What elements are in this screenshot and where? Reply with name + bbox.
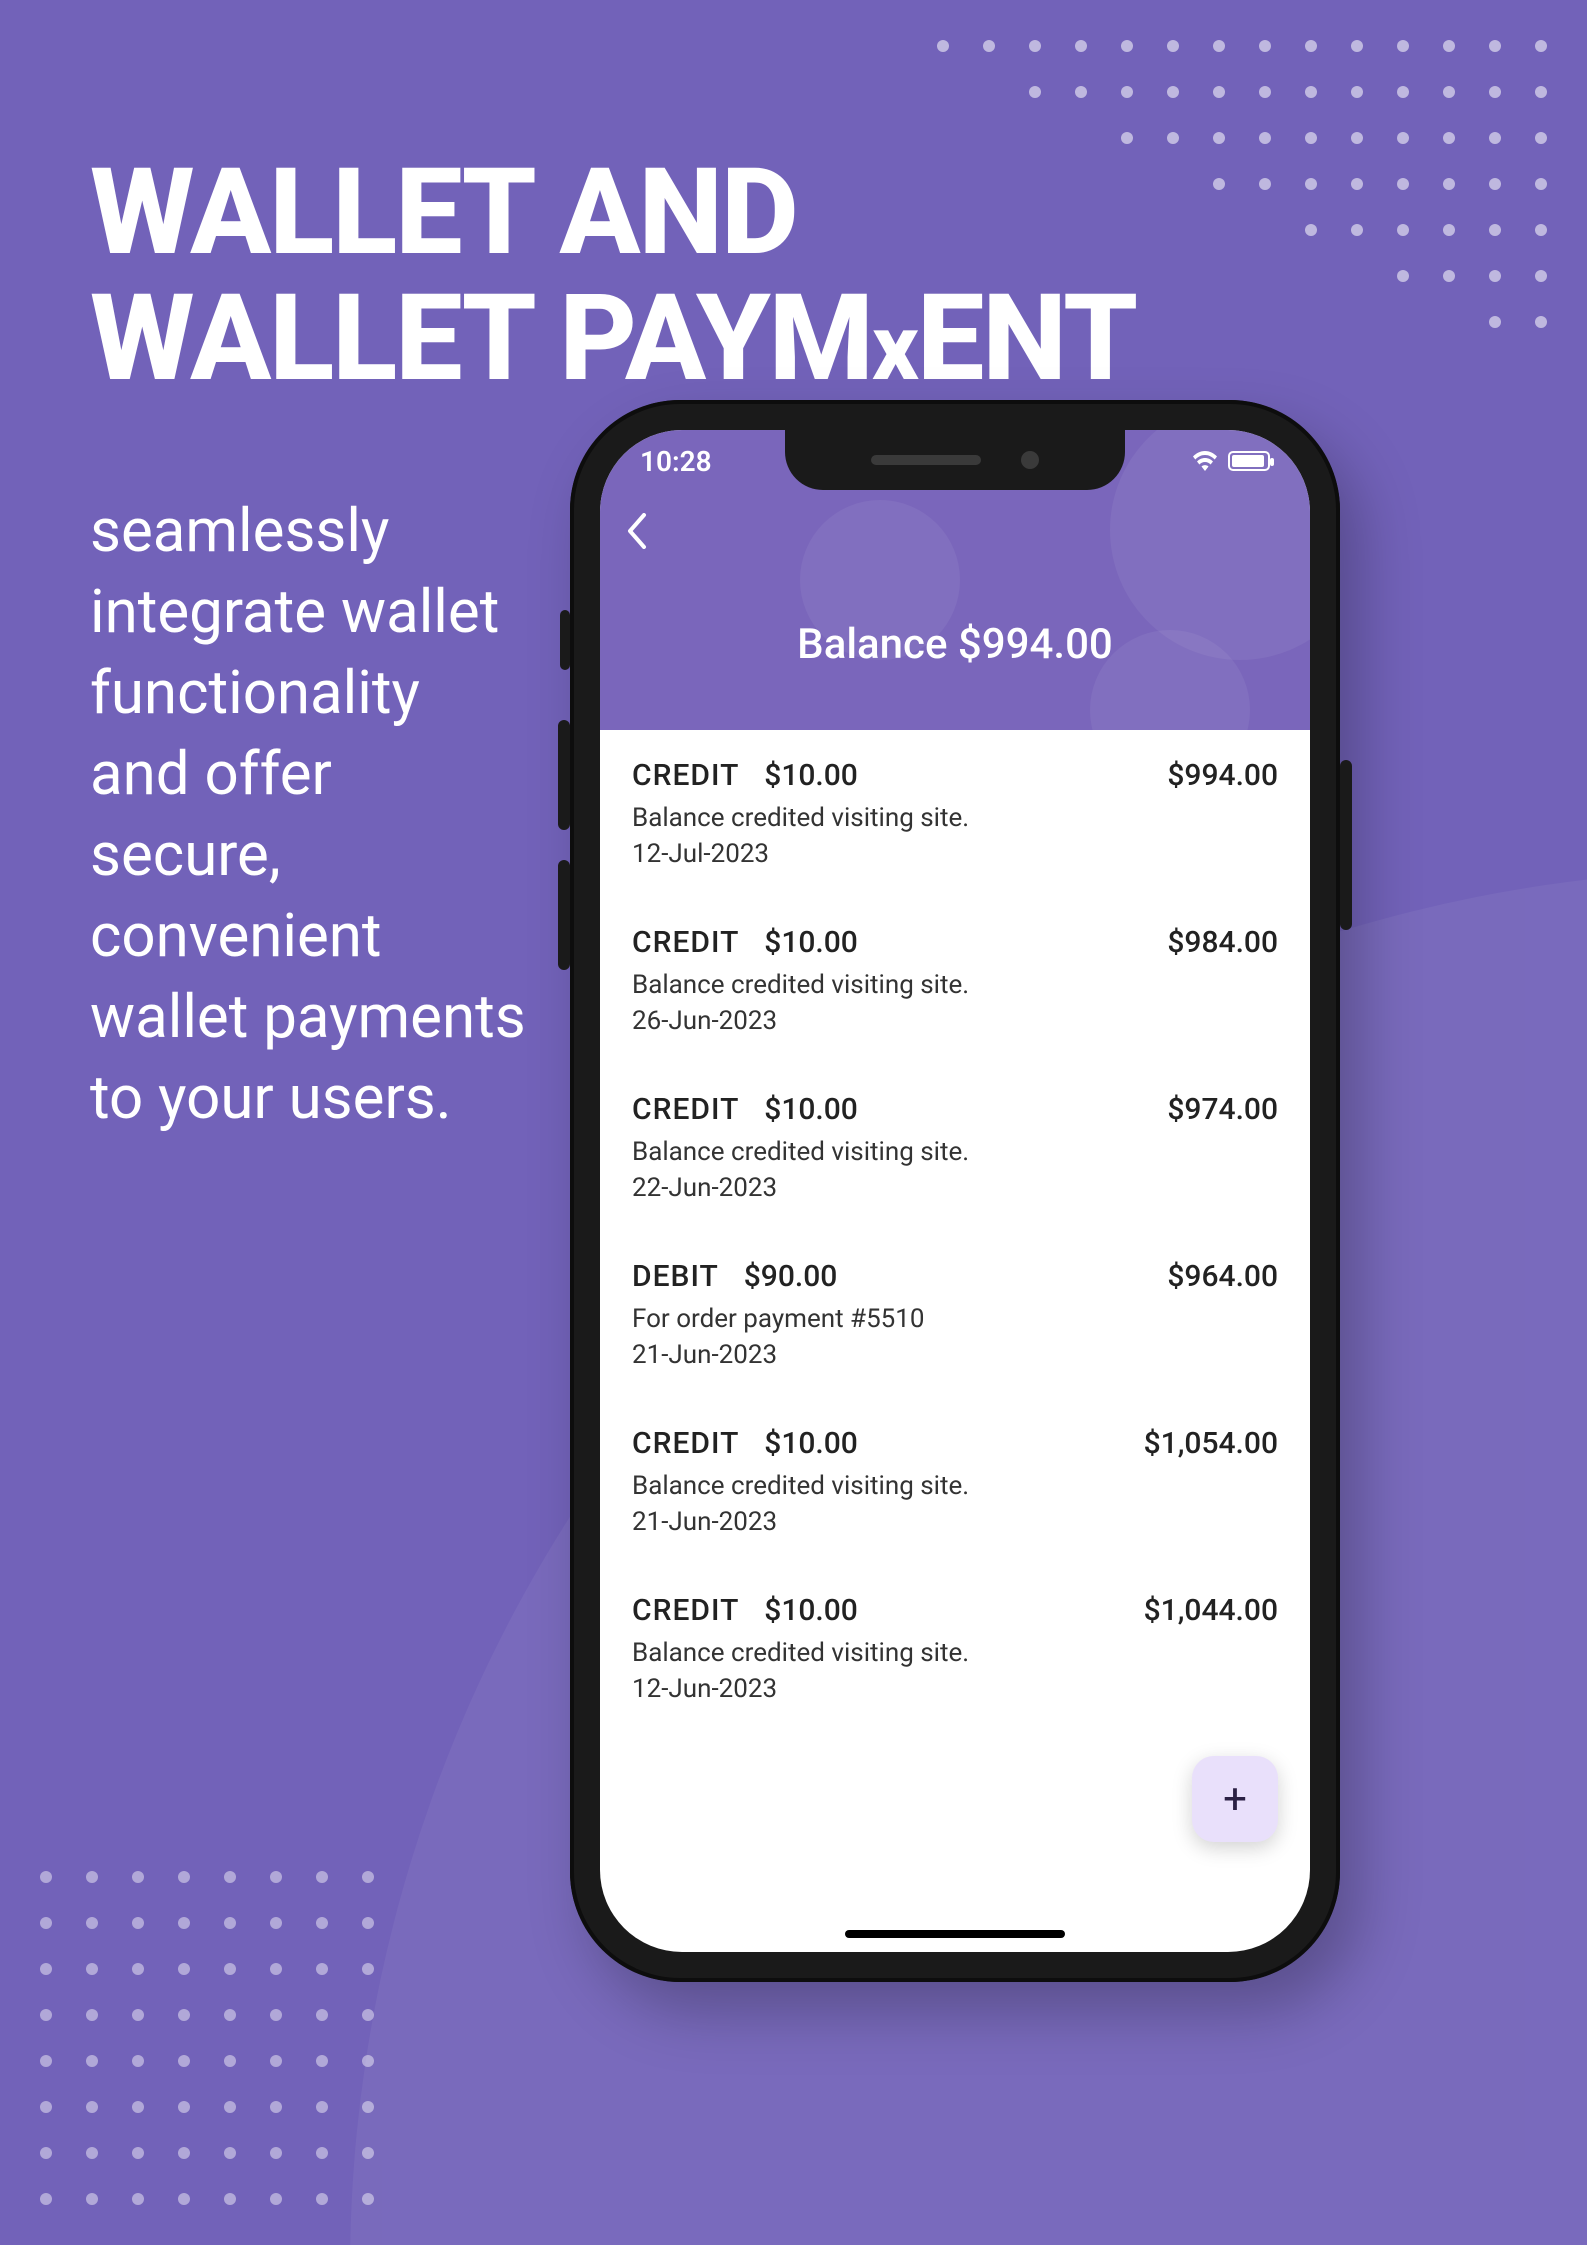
tx-type: CREDIT (632, 1593, 739, 1628)
tx-date: 21-Jun-2023 (632, 1340, 1278, 1370)
mute-switch (560, 610, 570, 670)
phone-screen: 10:28 Balance $994.00 CREDIT $10.00 $994.… (600, 430, 1310, 1952)
transaction-row[interactable]: CREDIT $10.00 $974.00 Balance credited vis… (600, 1064, 1310, 1231)
transaction-row[interactable]: CREDIT $10.00 $1,044.00 Balance credited v… (600, 1565, 1310, 1732)
tx-balance: $1,044.00 (1144, 1593, 1278, 1628)
tx-type: CREDIT (632, 758, 739, 793)
tx-type: CREDIT (632, 1426, 739, 1461)
tx-date: 22-Jun-2023 (632, 1173, 1278, 1203)
dot-grid-bottom (40, 1871, 374, 2205)
power-button (1340, 760, 1352, 930)
volume-up-button (558, 720, 570, 830)
tx-amount: $10.00 (749, 1426, 858, 1461)
plus-icon: + (1223, 1775, 1247, 1824)
tx-date: 21-Jun-2023 (632, 1507, 1278, 1537)
tx-date: 26-Jun-2023 (632, 1006, 1278, 1036)
transaction-row[interactable]: CREDIT $10.00 $1,054.00 Balance credited v… (600, 1398, 1310, 1565)
tx-amount: $10.00 (749, 925, 858, 960)
tx-amount: $90.00 (729, 1259, 838, 1294)
home-indicator[interactable] (845, 1930, 1065, 1938)
status-bar: 10:28 (600, 430, 1310, 492)
status-time: 10:28 (640, 445, 712, 478)
add-button[interactable]: + (1192, 1756, 1278, 1842)
headline-line2-x: x (872, 295, 917, 402)
tx-date: 12-Jun-2023 (632, 1674, 1278, 1704)
tx-description: For order payment #5510 (632, 1304, 1278, 1334)
chevron-left-icon (626, 513, 648, 549)
headline: WALLET AND WALLET PAYMxENT (90, 150, 1136, 402)
headline-line2c: ENT (917, 269, 1136, 409)
tx-description: Balance credited visiting site. (632, 1137, 1278, 1167)
tx-amount: $10.00 (749, 1593, 858, 1628)
headline-line1: WALLET AND (90, 143, 797, 283)
volume-down-button (558, 860, 570, 970)
tx-amount: $10.00 (749, 758, 858, 793)
transaction-row[interactable]: CREDIT $10.00 $984.00 Balance credited vis… (600, 897, 1310, 1064)
poster-page: WALLET AND WALLET PAYMxENT seamlesslyint… (0, 0, 1587, 2245)
tx-balance: $964.00 (1167, 1259, 1278, 1294)
status-right (1192, 451, 1270, 471)
tx-balance: $974.00 (1167, 1092, 1278, 1127)
tx-balance: $994.00 (1167, 758, 1278, 793)
tx-description: Balance credited visiting site. (632, 1638, 1278, 1668)
transaction-row[interactable]: CREDIT $10.00 $994.00 Balance credited vis… (600, 730, 1310, 897)
tx-type: DEBIT (632, 1259, 719, 1294)
balance-label: Balance $994.00 (600, 620, 1310, 669)
back-button[interactable] (626, 512, 648, 559)
tx-description: Balance credited visiting site. (632, 970, 1278, 1000)
subcopy: seamlesslyintegrate walletfunctionalitya… (90, 490, 526, 1138)
headline-line2a: WALLET PAYM (90, 269, 872, 409)
battery-icon (1228, 451, 1270, 471)
wifi-icon (1192, 451, 1218, 471)
tx-type: CREDIT (632, 925, 739, 960)
tx-balance: $1,054.00 (1144, 1426, 1278, 1461)
wallet-header: 10:28 Balance $994.00 (600, 430, 1310, 730)
tx-description: Balance credited visiting site. (632, 1471, 1278, 1501)
phone-frame: 10:28 Balance $994.00 CREDIT $10.00 $994.… (570, 400, 1340, 1982)
transaction-row[interactable]: DEBIT $90.00 $964.00 For order payment #55… (600, 1231, 1310, 1398)
tx-description: Balance credited visiting site. (632, 803, 1278, 833)
tx-amount: $10.00 (749, 1092, 858, 1127)
tx-balance: $984.00 (1167, 925, 1278, 960)
tx-date: 12-Jul-2023 (632, 839, 1278, 869)
tx-type: CREDIT (632, 1092, 739, 1127)
